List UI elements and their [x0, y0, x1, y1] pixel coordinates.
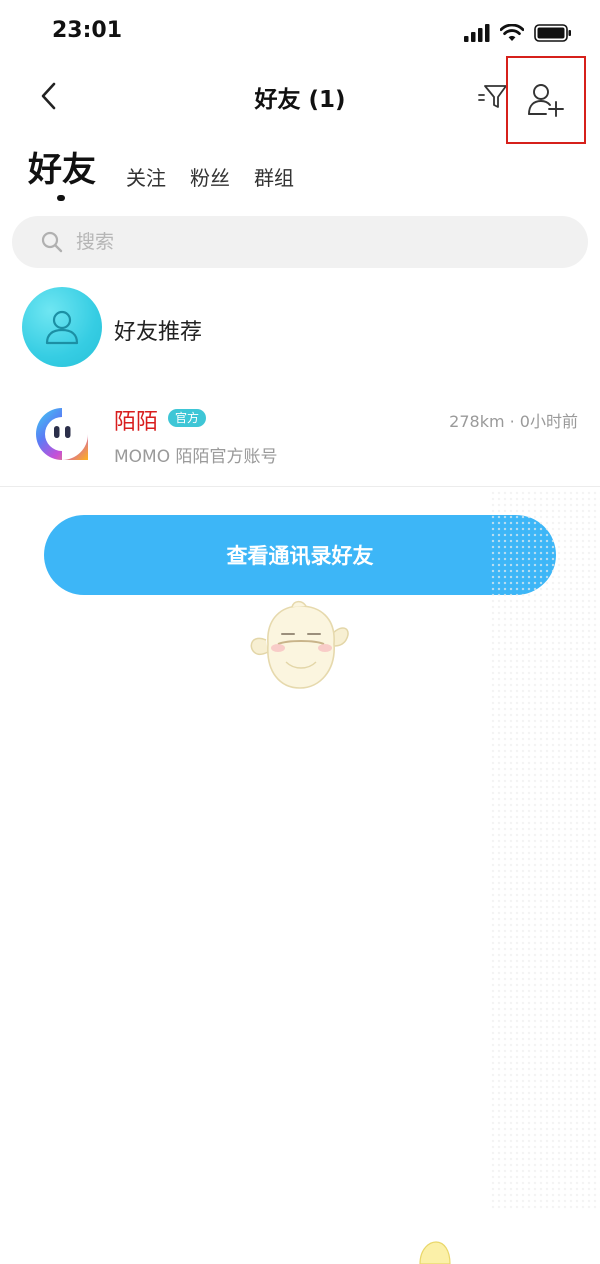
user-icon	[45, 310, 79, 345]
status-time: 23:01	[52, 18, 123, 43]
tab-fans[interactable]: 粉丝	[190, 162, 230, 191]
contact-row[interactable]: 陌陌 官方 278km · 0小时前 MOMO 陌陌官方账号	[0, 392, 600, 487]
active-tab-indicator	[57, 195, 65, 201]
momo-logo-icon	[36, 408, 88, 460]
contact-subtitle: MOMO 陌陌官方账号	[114, 447, 278, 467]
friend-recommend-row[interactable]: 好友推荐	[0, 284, 600, 370]
back-button[interactable]	[30, 76, 70, 116]
tab-bar: 好友 关注 粉丝 群组	[28, 142, 318, 201]
battery-icon	[534, 24, 571, 42]
wifi-icon	[500, 24, 524, 41]
add-user-icon	[528, 84, 564, 117]
view-contacts-button[interactable]: 查看通讯录好友	[44, 515, 556, 595]
tab-following[interactable]: 关注	[126, 162, 166, 191]
recommend-avatar	[22, 287, 102, 367]
mascot-peek-illustration	[419, 1241, 451, 1264]
search-input[interactable]	[74, 230, 558, 254]
search-icon	[41, 231, 63, 253]
tab-label: 好友	[28, 150, 96, 190]
tab-friends[interactable]: 好友	[28, 142, 96, 201]
signal-icon	[464, 24, 490, 42]
contact-meta: 278km · 0小时前	[449, 412, 578, 431]
contact-name: 陌陌	[114, 410, 159, 435]
add-friend-button[interactable]	[506, 56, 586, 144]
tab-groups[interactable]: 群组	[254, 162, 294, 191]
search-bar[interactable]	[12, 216, 588, 268]
official-badge: 官方	[168, 409, 207, 427]
chevron-left-icon	[41, 82, 56, 110]
recommend-label: 好友推荐	[114, 320, 203, 345]
background-texture	[490, 490, 600, 1210]
mascot-illustration	[250, 600, 349, 689]
status-icons	[464, 22, 572, 44]
